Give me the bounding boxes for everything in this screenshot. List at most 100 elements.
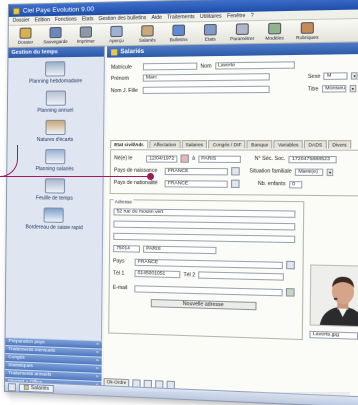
calendar-icon[interactable] <box>180 154 189 163</box>
tab-7[interactable]: Divers <box>327 140 352 149</box>
photo-filename-field[interactable]: Laverte.jpg <box>309 330 358 340</box>
workspace: Gestion du temps Planning hebdomadaire Pl… <box>4 42 358 405</box>
prenom-field[interactable]: Marc <box>142 73 270 82</box>
toolbar-button-3[interactable]: Aperçu <box>103 25 130 44</box>
menu-item-0[interactable]: Dossier <box>13 17 30 23</box>
ssn-field[interactable]: 1720475888523 <box>288 155 337 163</box>
tab-0[interactable]: Etat civil/Adr. <box>110 140 149 149</box>
menu-item-7[interactable]: Utilitaires <box>200 13 222 20</box>
callout-dot <box>147 173 154 180</box>
send-email-icon[interactable] <box>285 288 295 297</box>
family-status-dropdown-arrow[interactable]: ▾ <box>326 168 334 176</box>
nationality-lookup-button[interactable] <box>230 179 240 188</box>
country-label: Pays <box>112 258 125 265</box>
toolbar-button-0[interactable]: Dossier <box>13 27 39 45</box>
birth-country-lookup-button[interactable] <box>231 167 240 176</box>
address-line1-field[interactable]: 52 rue du moulin vert <box>113 208 296 218</box>
document-title: Salariés <box>120 48 145 55</box>
nav-item-4[interactable]: Feuille de temps <box>36 178 73 202</box>
tab-1[interactable]: Affectation <box>149 140 181 149</box>
nav-item-label: Planning salariés <box>35 166 74 173</box>
menu-item-2[interactable]: Fonctions <box>55 16 77 23</box>
new-address-button[interactable]: Nouvelle adresse <box>150 299 257 311</box>
country-field[interactable]: FRANCE <box>134 258 283 269</box>
window-reflection <box>10 392 350 405</box>
menu-item-1[interactable]: Edition <box>35 17 50 23</box>
tab-3[interactable]: Congés / DIF <box>208 140 246 149</box>
sexe-dropdown-arrow[interactable]: ▾ <box>351 72 358 80</box>
nav-item-3[interactable]: Planning salariés <box>36 149 75 172</box>
ssn-label: N° Séc. Soc. <box>254 155 286 163</box>
printer-icon <box>79 26 93 38</box>
matricule-field[interactable] <box>142 62 198 71</box>
menu-item-5[interactable]: Aide <box>151 15 161 21</box>
timesheet-icon <box>44 178 65 194</box>
children-field[interactable]: 0 <box>288 180 302 188</box>
nav-item-1[interactable]: Planning annuel <box>37 90 74 114</box>
tab-6[interactable]: DADS <box>303 140 327 149</box>
toolbar-button-label: Salariés <box>138 37 156 43</box>
tab-2[interactable]: Salaires <box>181 140 208 149</box>
toolbar-button-9[interactable]: Rubriques <box>293 22 322 40</box>
phone1-field[interactable]: 0145001051 <box>134 269 181 279</box>
nav-item-0[interactable]: Planning hebdomadaire <box>29 61 82 85</box>
nav-section-label: Statistiques <box>8 363 33 370</box>
toolbar-button-4[interactable]: Salariés <box>134 25 161 43</box>
nav-item-label: Natures d'écarts <box>36 136 74 144</box>
app-logo-icon <box>12 7 20 15</box>
toolbar-button-label: Bulletins <box>169 36 188 43</box>
menu-item-4[interactable]: Gestion des bulletins <box>99 15 147 22</box>
tab-5[interactable]: Variables <box>273 140 303 149</box>
family-status-field[interactable]: Marié(e) <box>294 167 324 176</box>
toolbar-button-label: Imprimer <box>76 38 95 44</box>
nationality-label: Pays de nationalité <box>113 179 158 187</box>
toolbar-button-label: Modèles <box>265 35 284 41</box>
postal-code-field[interactable]: 75014 <box>113 244 140 253</box>
birth-date-field[interactable]: 12/04/1972 <box>146 154 178 163</box>
nav-item-2[interactable]: Natures d'écarts <box>36 119 74 144</box>
family-status-label: Situation familiale <box>249 168 292 175</box>
address-line2-field[interactable] <box>113 220 296 231</box>
nav-item-label: Planning annuel <box>37 107 74 114</box>
toolbar-button-2[interactable]: Imprimer <box>73 26 100 44</box>
menu-item-9[interactable]: ? <box>251 13 254 19</box>
toolbar-button-label: Etats <box>204 36 216 42</box>
birth-country-field[interactable]: FRANCE <box>164 167 229 175</box>
city-field[interactable]: PARIS <box>143 245 217 255</box>
preview-icon <box>110 25 123 38</box>
toolbar-button-7[interactable]: Paramétrer <box>228 23 256 41</box>
birth-place-prefix: à <box>192 155 196 162</box>
nom-field[interactable]: Laverte <box>214 61 295 70</box>
employee-photo[interactable] <box>309 264 358 328</box>
menu-item-6[interactable]: Traitements <box>167 14 195 21</box>
menu-item-3[interactable]: Etats <box>82 16 94 22</box>
titre-dropdown-arrow[interactable]: ▾ <box>349 84 357 93</box>
screenshot-stage: Ciel Paye Evolution 9.00 Dossier Edition F… <box>0 0 358 405</box>
nationality-field[interactable]: FRANCE <box>164 179 228 188</box>
nomjf-field[interactable] <box>142 85 270 94</box>
phone2-field[interactable] <box>198 271 285 281</box>
callout-line <box>0 176 150 177</box>
toolbar-button-5[interactable]: Bulletins <box>165 24 192 42</box>
chevron-right-icon: » <box>95 374 99 380</box>
address-legend: Adresse <box>113 199 134 205</box>
birth-place-field[interactable]: PARIS <box>198 155 241 163</box>
children-label: Nb. enfants <box>257 180 286 188</box>
tab-4[interactable]: Banque <box>246 140 273 149</box>
toolbar-button-1[interactable]: Sauvegarde <box>42 26 68 45</box>
country-lookup-button[interactable] <box>286 260 295 270</box>
email-field[interactable] <box>134 284 283 296</box>
titre-label: Titre <box>307 85 319 93</box>
menu-item-8[interactable]: Fenêtre <box>227 13 245 20</box>
toolbar-button-8[interactable]: Modèles <box>260 22 288 41</box>
address-line3-field[interactable] <box>113 232 296 244</box>
nav-item-5[interactable]: Bordereau de saisie rapid <box>25 207 83 231</box>
titre-field[interactable]: Monsieur <box>321 85 347 93</box>
chevron-right-icon: » <box>96 342 99 348</box>
toolbar-button-label: Aperçu <box>109 37 124 44</box>
taskbar-item-label: Salariés <box>30 384 49 392</box>
sexe-field[interactable]: M <box>323 72 349 80</box>
toolbar-button-label: Sauvegarde <box>43 38 68 45</box>
toolbar-button-6[interactable]: Etats <box>196 23 224 42</box>
taskbar-back-icon[interactable] <box>7 382 16 391</box>
